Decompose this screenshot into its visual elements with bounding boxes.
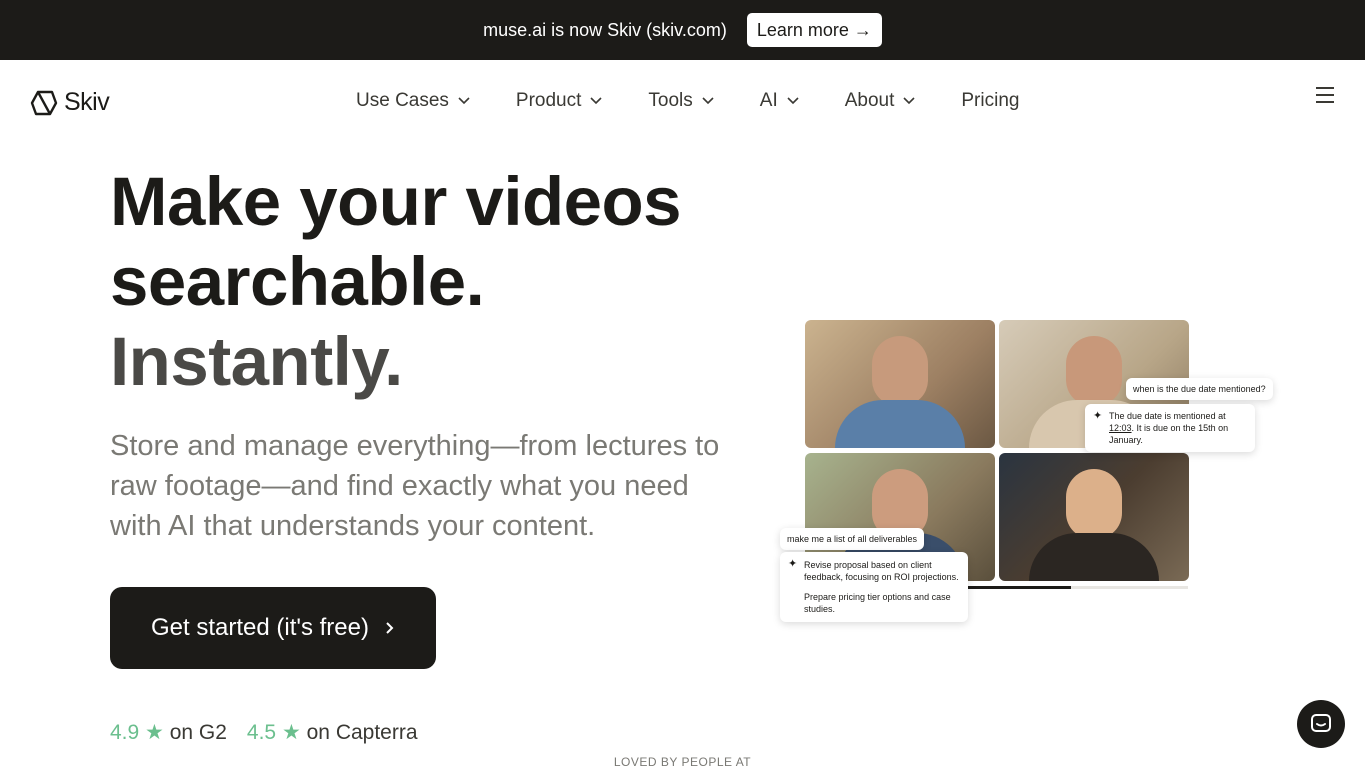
nav-item-label: Tools	[648, 90, 693, 111]
nav-item-about[interactable]: About	[845, 90, 916, 112]
nav-item-label: About	[844, 90, 895, 111]
hamburger-line	[1316, 101, 1334, 103]
chevron-down-icon	[702, 97, 714, 105]
logo-text: Skiv	[64, 88, 110, 116]
hero-title: Make your videos searchable. Instantly.	[110, 162, 682, 402]
hero-title-line2: searchable.	[110, 243, 485, 320]
get-started-button[interactable]: Get started (it's free)	[110, 587, 436, 669]
participant-head	[872, 336, 928, 406]
nav-item-tools[interactable]: Tools	[648, 90, 714, 112]
chat-question: make me a list of all deliverables	[780, 528, 925, 550]
banner-text: muse.ai is now Skiv (skiv.com)	[483, 19, 727, 40]
chevron-down-icon	[590, 97, 602, 105]
participant-head	[1066, 336, 1122, 406]
nav-item-label: Use Cases	[356, 90, 449, 111]
participant-avatar	[835, 336, 965, 448]
rating-g2[interactable]: 4.9 ★ on G2	[110, 720, 227, 745]
ratings: 4.9 ★ on G2 4.5 ★ on Capterra	[110, 720, 418, 745]
answer-text: Revise proposal based on client feedback…	[804, 560, 959, 582]
top-navigation: Skiv Use Cases Product Tools AI About Pr…	[0, 60, 1365, 142]
participant-body	[835, 400, 965, 448]
chat-question: when is the due date mentioned?	[1126, 378, 1273, 400]
nav-item-label: Pricing	[961, 90, 1020, 111]
video-progress-fill	[968, 586, 1072, 589]
announcement-banner: muse.ai is now Skiv (skiv.com) Learn mor…	[0, 0, 1365, 60]
loved-by-label: LOVED BY PEOPLE AT	[613, 755, 752, 769]
hamburger-icon[interactable]	[1316, 87, 1336, 103]
hero-title-line3: Instantly.	[110, 323, 403, 400]
hamburger-line	[1316, 94, 1334, 96]
chevron-right-icon	[386, 622, 394, 634]
video-tile	[805, 320, 995, 448]
nav-item-use-cases[interactable]: Use Cases	[356, 90, 470, 112]
chat-answer: ✦ Revise proposal based on client feedba…	[780, 552, 968, 622]
skiv-logo-icon	[30, 90, 58, 115]
hero-title-line1: Make your videos	[110, 163, 682, 240]
rating-score: 4.5 ★	[246, 721, 301, 744]
chevron-down-icon	[458, 97, 470, 105]
rating-source: on Capterra	[306, 721, 418, 744]
logo[interactable]: Skiv	[30, 88, 110, 117]
answer-text: Prepare pricing tier options and case st…	[804, 592, 951, 614]
sparkle-icon: ✦	[1093, 410, 1103, 422]
hero-subtitle: Store and manage everything—from lecture…	[110, 430, 720, 542]
chat-answer: ✦ The due date is mentioned at 12:03. It…	[1085, 404, 1255, 452]
chevron-down-icon	[787, 97, 799, 105]
hamburger-line	[1316, 87, 1334, 89]
rating-capterra[interactable]: 4.5 ★ on Capterra	[247, 720, 418, 745]
chat-bubble-icon	[1311, 714, 1331, 732]
main-menu: Use Cases Product Tools AI About Pricing	[356, 90, 1065, 112]
nav-item-label: Product	[515, 90, 582, 111]
chat-launcher-button[interactable]	[1297, 700, 1345, 748]
nav-item-label: AI	[759, 90, 778, 111]
timestamp-link[interactable]: 12:03	[1109, 423, 1132, 433]
cta-label: Get started (it's free)	[151, 614, 369, 641]
chevron-down-icon	[903, 97, 915, 105]
answer-text: The due date is mentioned at	[1109, 411, 1226, 421]
nav-item-pricing[interactable]: Pricing	[961, 90, 1019, 112]
video-tile	[999, 453, 1189, 581]
rating-score: 4.9 ★	[110, 721, 164, 744]
video-progress-bar[interactable]	[968, 586, 1188, 589]
participant-avatar	[1029, 469, 1159, 581]
rating-source: on G2	[169, 721, 227, 744]
sparkle-icon: ✦	[788, 558, 798, 570]
participant-head	[1066, 469, 1122, 539]
nav-item-product[interactable]: Product	[516, 90, 602, 112]
participant-body	[1029, 533, 1159, 581]
nav-item-ai[interactable]: AI	[760, 90, 799, 112]
learn-more-button[interactable]: Learn more →	[746, 13, 882, 47]
